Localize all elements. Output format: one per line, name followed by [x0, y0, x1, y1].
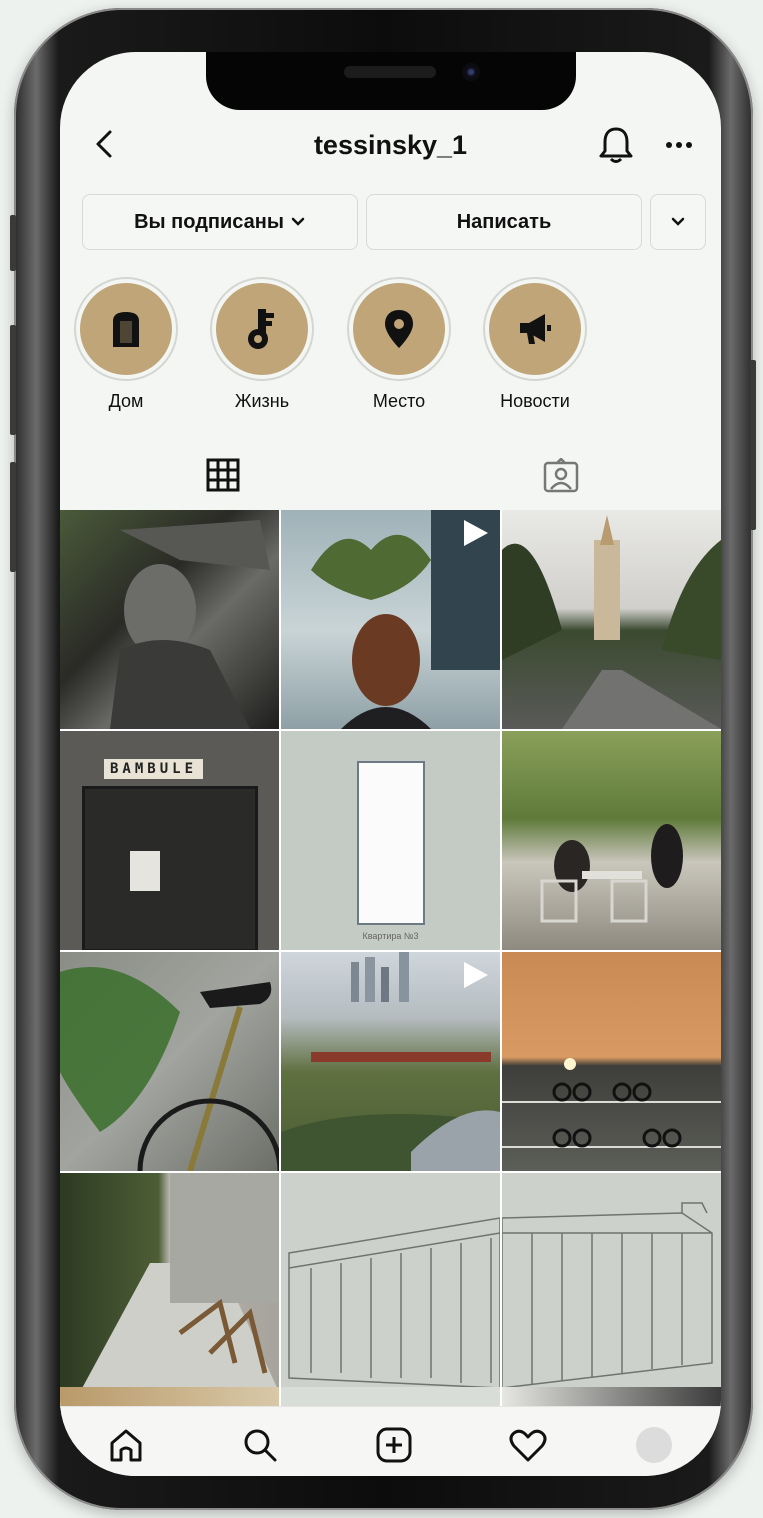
- highlight-cover: [216, 283, 308, 375]
- more-options-icon[interactable]: [664, 128, 694, 162]
- post-peek[interactable]: [281, 1387, 500, 1407]
- phone-side-button: [750, 360, 756, 530]
- megaphone-icon: [520, 314, 551, 344]
- door-icon: [113, 312, 139, 347]
- message-button[interactable]: Написать: [366, 194, 642, 250]
- chevron-down-icon: [291, 217, 305, 226]
- highlight-mesto[interactable]: Место: [345, 277, 453, 412]
- post-moscow-road[interactable]: [502, 510, 721, 729]
- profile-tabs: [60, 452, 721, 504]
- following-label: Вы подписаны: [134, 210, 284, 233]
- highlight-cover: [353, 283, 445, 375]
- posts-grid: BAMBULE Квартира №3: [60, 510, 721, 1410]
- highlight-zhizn[interactable]: Жизнь: [208, 277, 316, 412]
- highlight-ring: [347, 277, 451, 381]
- chevron-down-icon: [671, 217, 685, 226]
- phone-side-button: [10, 325, 16, 435]
- profile-header: tessinsky_1: [60, 114, 721, 174]
- post-thumbnail: [357, 761, 425, 925]
- post-thumbnail: [540, 824, 683, 923]
- phone-screen: tessinsky_1 Вы подписаны Написать Дом Жи…: [60, 52, 721, 1476]
- location-pin-icon: [385, 310, 413, 348]
- post-caption: Квартира №3: [362, 931, 419, 941]
- highlight-label: Жизнь: [234, 391, 290, 411]
- speaker: [344, 66, 436, 78]
- post-woman-window[interactable]: [281, 510, 500, 729]
- highlight-label: Новости: [500, 391, 570, 411]
- post-thumbnail: [80, 1173, 279, 1392]
- following-button[interactable]: Вы подписаны: [82, 194, 358, 250]
- activity-heart-icon[interactable]: [508, 1425, 548, 1465]
- post-thumbnail: [60, 967, 279, 1171]
- message-label: Написать: [456, 210, 552, 233]
- key-icon: [248, 309, 274, 349]
- post-building-sketch-right[interactable]: [502, 1173, 721, 1392]
- post-thumbnail: [130, 851, 160, 891]
- notification-bell-icon[interactable]: [596, 124, 636, 166]
- highlight-label: Место: [372, 391, 426, 411]
- posts-grid-next-row: [60, 1387, 721, 1407]
- post-floorplan[interactable]: Квартира №3: [281, 731, 500, 950]
- bottom-navigation: [60, 1406, 721, 1476]
- post-outdoor-cafe[interactable]: [502, 731, 721, 950]
- home-icon[interactable]: [106, 1425, 146, 1465]
- post-street-chairs[interactable]: [60, 1173, 279, 1392]
- search-icon[interactable]: [240, 1425, 280, 1465]
- post-bambule-cafe[interactable]: BAMBULE: [60, 731, 279, 950]
- post-thumbnail: [502, 1202, 713, 1389]
- front-camera: [462, 63, 480, 81]
- highlight-ring: [483, 277, 587, 381]
- grid-icon[interactable]: [206, 458, 240, 492]
- post-thumbnail: [288, 1217, 500, 1389]
- post-thumbnail: [110, 520, 270, 729]
- new-post-icon[interactable]: [374, 1425, 414, 1465]
- highlight-ring: [210, 277, 314, 381]
- highlight-dom[interactable]: Дом: [72, 277, 180, 412]
- highlight-novosti[interactable]: Новости: [481, 277, 589, 412]
- phone-side-button: [10, 462, 16, 572]
- profile-avatar[interactable]: [636, 1427, 672, 1463]
- post-caption: BAMBULE: [104, 759, 204, 779]
- highlight-ring: [74, 277, 178, 381]
- highlight-cover: [489, 283, 581, 375]
- post-building-sketch-left[interactable]: [281, 1173, 500, 1392]
- phone-side-button: [10, 215, 16, 271]
- post-moscow-skyline[interactable]: [281, 952, 500, 1171]
- post-thumbnail: [502, 1058, 721, 1148]
- post-statue[interactable]: [60, 510, 279, 729]
- video-icon: [464, 520, 488, 546]
- highlight-cover: [80, 283, 172, 375]
- highlight-label: Дом: [108, 391, 144, 411]
- post-peek[interactable]: [60, 1387, 279, 1407]
- tagged-icon[interactable]: [542, 458, 580, 494]
- notch: [206, 52, 576, 110]
- post-optics-shop[interactable]: [502, 952, 721, 1171]
- video-icon: [464, 962, 488, 988]
- post-thumbnail: [82, 786, 258, 950]
- post-thumbnail: [502, 515, 721, 729]
- post-bicycle[interactable]: [60, 952, 279, 1171]
- post-peek[interactable]: [502, 1387, 721, 1407]
- suggested-accounts-button[interactable]: [650, 194, 706, 250]
